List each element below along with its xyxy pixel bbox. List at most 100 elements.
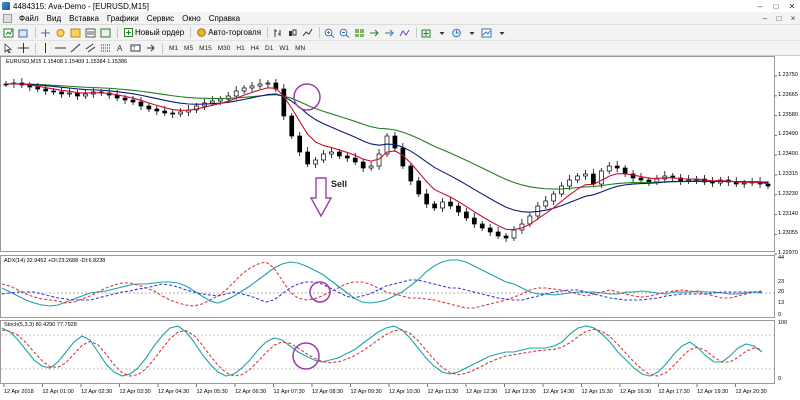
auto-trading-icon bbox=[197, 28, 207, 37]
close-button[interactable]: ✕ bbox=[784, 1, 800, 12]
candle-body bbox=[622, 167, 628, 175]
label-icon[interactable]: T bbox=[129, 42, 142, 54]
candle-body bbox=[543, 200, 549, 207]
vertical-line-icon[interactable] bbox=[39, 42, 52, 54]
stoch-tick-label: 100 bbox=[778, 320, 788, 326]
candle-body bbox=[305, 151, 310, 165]
menu-help[interactable]: Справка bbox=[205, 14, 244, 23]
timeframe-m30[interactable]: M30 bbox=[215, 45, 234, 52]
dropdown-arrow-icon[interactable] bbox=[465, 27, 478, 39]
navigator-icon[interactable] bbox=[69, 27, 82, 39]
candle-body bbox=[329, 151, 334, 155]
text-icon[interactable]: A bbox=[114, 42, 127, 54]
channel-icon[interactable] bbox=[84, 42, 97, 54]
profiles-icon[interactable] bbox=[17, 27, 30, 39]
candle-body bbox=[503, 235, 509, 239]
dropdown-arrow-icon[interactable] bbox=[495, 27, 508, 39]
bar-chart-icon[interactable] bbox=[271, 27, 284, 39]
zoom-out-icon[interactable] bbox=[338, 27, 351, 39]
timeframe-h4[interactable]: H4 bbox=[248, 45, 262, 52]
time-tick-label: 12 Apr 07:30 bbox=[273, 389, 305, 395]
candle-body bbox=[83, 93, 88, 97]
candle-body bbox=[67, 92, 72, 95]
standard-toolbar: Новый ордер Авто-торговля bbox=[0, 25, 800, 41]
adx-tick-label: 20 bbox=[778, 289, 785, 295]
menu-file[interactable]: Файл bbox=[15, 14, 43, 23]
timeframe-m5[interactable]: M5 bbox=[181, 45, 196, 52]
timeframe-mn[interactable]: MN bbox=[292, 45, 308, 52]
horizontal-line-icon[interactable] bbox=[54, 42, 67, 54]
time-tick-label: 12 Apr 17:30 bbox=[658, 389, 690, 395]
candle-body bbox=[408, 165, 414, 182]
candle-body bbox=[313, 159, 318, 165]
candle-body bbox=[130, 99, 136, 103]
tile-windows-icon[interactable] bbox=[353, 27, 366, 39]
time-tick-label: 12 Apr 01:00 bbox=[42, 389, 74, 395]
candle-body bbox=[352, 157, 358, 163]
market-watch-icon[interactable] bbox=[39, 27, 52, 39]
time-tick-label: 12 Apr 05:30 bbox=[196, 389, 228, 395]
strategy-tester-icon[interactable] bbox=[99, 27, 112, 39]
price-tick-label: 1.23230 bbox=[778, 190, 798, 197]
add-indicator-icon[interactable] bbox=[420, 27, 433, 39]
timeframe-w1[interactable]: W1 bbox=[276, 45, 292, 52]
new-chart-icon[interactable] bbox=[2, 27, 15, 39]
fibonacci-icon[interactable] bbox=[99, 42, 112, 54]
time-tick-label: 12 Apr 2018 bbox=[4, 389, 34, 395]
menu-insert[interactable]: Вставка bbox=[65, 14, 103, 23]
trendline-icon[interactable] bbox=[69, 42, 82, 54]
chart-window[interactable]: EURUSD,M15 1.15408 1.15409 1.15384 1.153… bbox=[0, 56, 800, 400]
timeframe-m1[interactable]: M1 bbox=[166, 45, 181, 52]
timeframe-m15[interactable]: M15 bbox=[196, 45, 215, 52]
auto-trading-button[interactable]: Авто-торговля bbox=[194, 26, 264, 39]
maximize-button[interactable]: □ bbox=[768, 1, 784, 12]
dropdown-arrow-icon[interactable] bbox=[435, 27, 448, 39]
time-tick-label: 12 Apr 10:30 bbox=[389, 389, 421, 395]
timeframe-d1[interactable]: D1 bbox=[262, 45, 276, 52]
indicators-icon[interactable] bbox=[398, 27, 411, 39]
stoch-pane-frame bbox=[0, 320, 775, 384]
zoom-in-icon[interactable] bbox=[323, 27, 336, 39]
adx-tick-label: 0 bbox=[778, 312, 782, 318]
candle-body bbox=[289, 115, 295, 137]
chart-minimize-button[interactable]: – bbox=[758, 14, 772, 23]
menu-view[interactable]: Вид bbox=[43, 14, 65, 23]
periods-icon[interactable] bbox=[450, 27, 463, 39]
price-tick-label: 1.23665 bbox=[778, 91, 798, 98]
window-titlebar: 4484315: Ava-Demo - [EURUSD,M15] – □ ✕ bbox=[0, 0, 800, 12]
candlestick-icon[interactable] bbox=[286, 27, 299, 39]
chart-close-button[interactable]: × bbox=[786, 14, 800, 23]
menu-window[interactable]: Окно bbox=[178, 14, 205, 23]
templates-icon[interactable] bbox=[480, 27, 493, 39]
data-window-icon[interactable] bbox=[54, 27, 67, 39]
time-tick-label: 12 Apr 04:30 bbox=[158, 389, 190, 395]
time-tick-label: 12 Apr 19:30 bbox=[697, 389, 729, 395]
candle-body bbox=[654, 178, 660, 183]
candle-body bbox=[178, 111, 183, 115]
minimize-button[interactable]: – bbox=[752, 1, 768, 12]
timeframe-h1[interactable]: H1 bbox=[233, 45, 247, 52]
candle-body bbox=[464, 211, 469, 219]
chart-restore-button[interactable]: □ bbox=[772, 14, 786, 23]
crosshair-icon[interactable] bbox=[17, 42, 30, 54]
chart-shift-icon[interactable] bbox=[368, 27, 381, 39]
adx-tick-label: 23 bbox=[778, 279, 785, 285]
price-tick-label: 1.23580 bbox=[778, 111, 798, 118]
price-tick-label: 1.23750 bbox=[778, 72, 798, 78]
svg-text:T: T bbox=[133, 46, 136, 52]
auto-scroll-icon[interactable] bbox=[383, 27, 396, 39]
candle-body bbox=[35, 86, 41, 90]
terminal-icon[interactable] bbox=[84, 27, 97, 39]
cursor-icon[interactable] bbox=[2, 42, 15, 54]
candle-body bbox=[43, 88, 49, 92]
candle-body bbox=[249, 85, 255, 89]
arrows-icon[interactable] bbox=[144, 42, 157, 54]
line-chart-icon[interactable] bbox=[301, 27, 314, 39]
new-order-button[interactable]: Новый ордер bbox=[121, 26, 187, 39]
candle-body bbox=[575, 175, 580, 181]
menu-tools[interactable]: Сервис bbox=[143, 14, 178, 23]
candle-body bbox=[741, 182, 747, 185]
time-tick-label: 12 Apr 15:30 bbox=[581, 389, 613, 395]
menu-charts[interactable]: Графики bbox=[103, 14, 143, 23]
chart-canvas[interactable] bbox=[0, 56, 800, 400]
